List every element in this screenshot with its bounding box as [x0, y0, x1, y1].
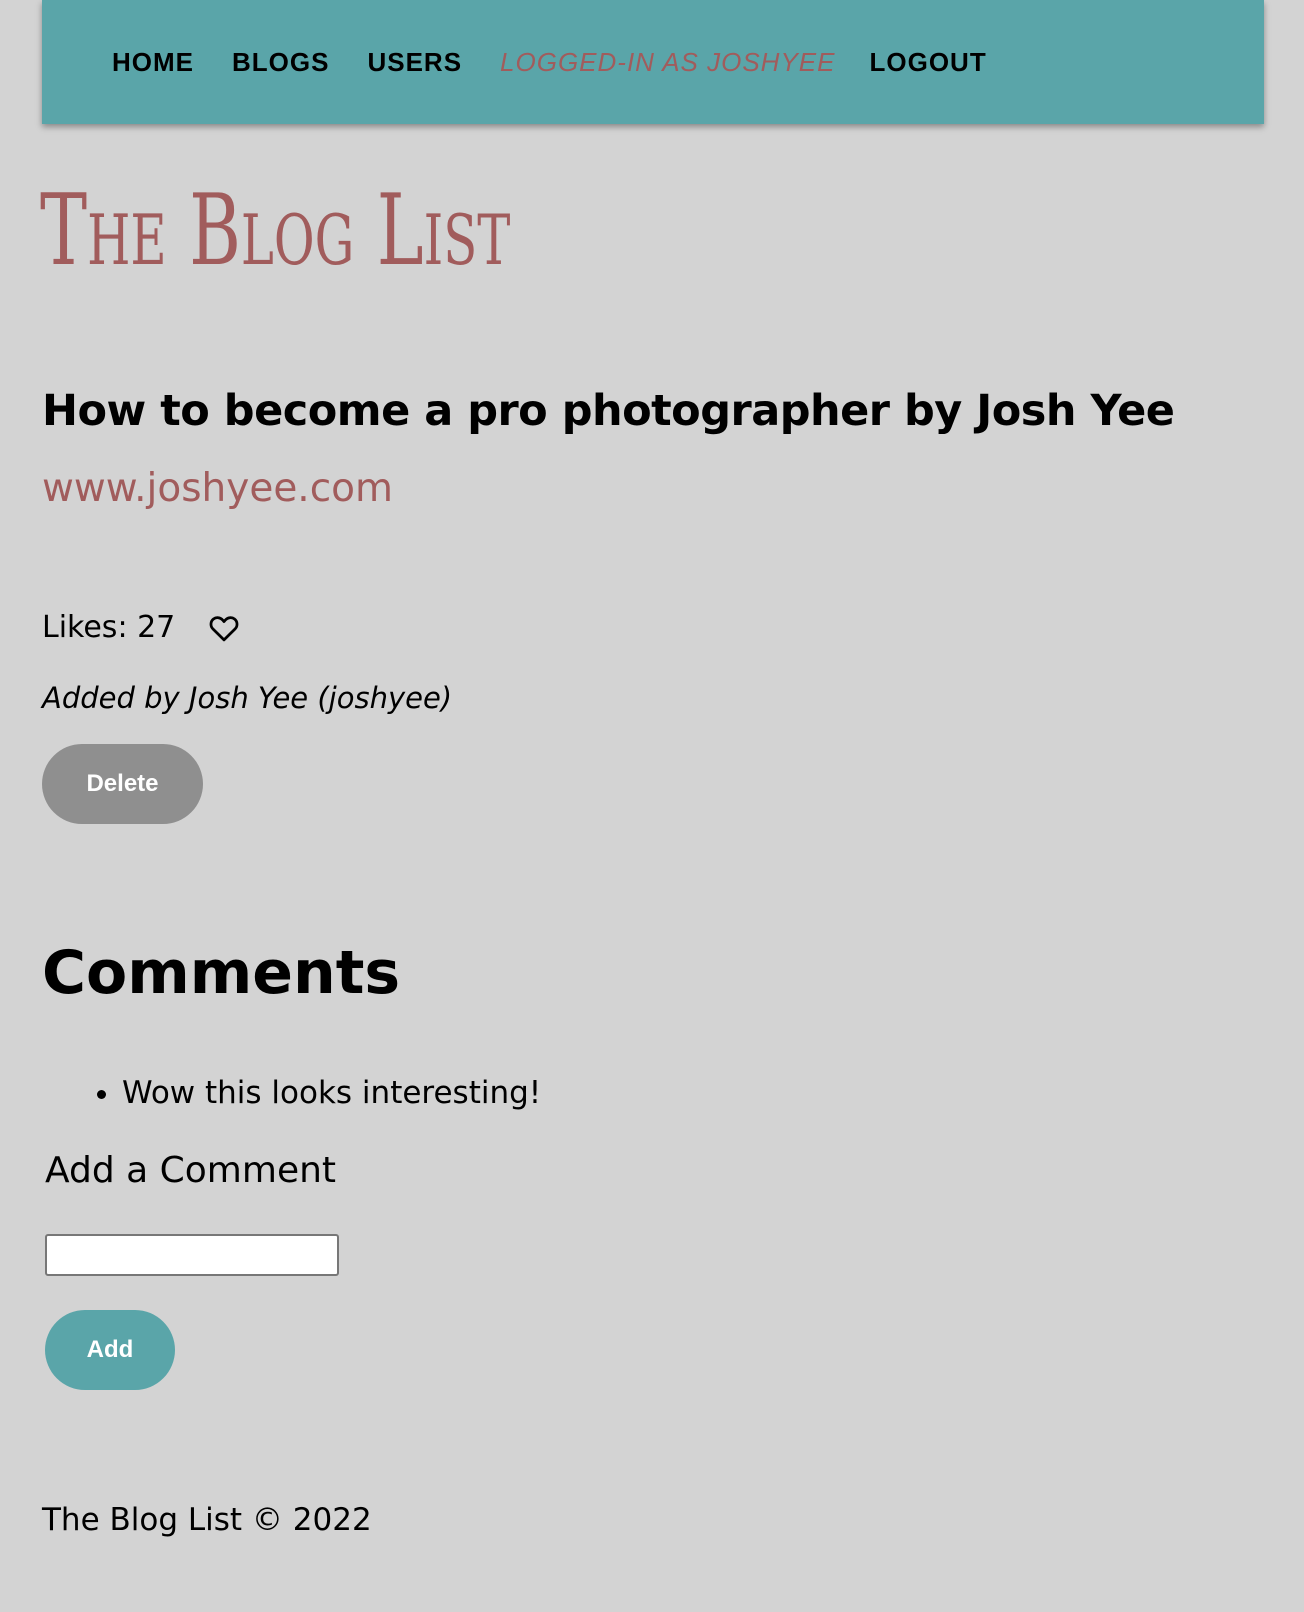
comment-item: Wow this looks interesting!: [122, 1075, 541, 1111]
site-title: The Blog List: [40, 174, 511, 288]
add-comment-label: Add a Comment: [45, 1150, 337, 1191]
likes-count: Likes: 27: [42, 610, 176, 645]
nav-blogs-link[interactable]: BLOGS: [232, 47, 329, 78]
nav-home-link[interactable]: HOME: [112, 47, 194, 78]
top-navbar: HOME BLOGS USERS LOGGED-IN AS JOSHYEE LO…: [42, 0, 1264, 124]
add-comment-button[interactable]: Add: [45, 1310, 175, 1390]
comment-list: Wow this looks interesting!: [42, 1075, 541, 1111]
blog-url-link[interactable]: www.joshyee.com: [42, 466, 393, 511]
delete-button[interactable]: Delete: [42, 744, 203, 824]
heart-outline-icon[interactable]: [209, 614, 239, 642]
logged-in-status: LOGGED-IN AS JOSHYEE: [500, 46, 836, 77]
blog-title: How to become a pro photographer by Josh…: [42, 386, 1175, 436]
added-by-text: Added by Josh Yee (joshyee): [42, 681, 453, 715]
comment-input[interactable]: [45, 1234, 339, 1276]
nav-logout-link[interactable]: LOGOUT: [869, 47, 986, 78]
footer-text: The Blog List © 2022: [42, 1502, 372, 1538]
likes-row: Likes: 27: [42, 610, 239, 645]
nav-users-link[interactable]: USERS: [367, 47, 462, 78]
comments-heading: Comments: [42, 938, 401, 1008]
